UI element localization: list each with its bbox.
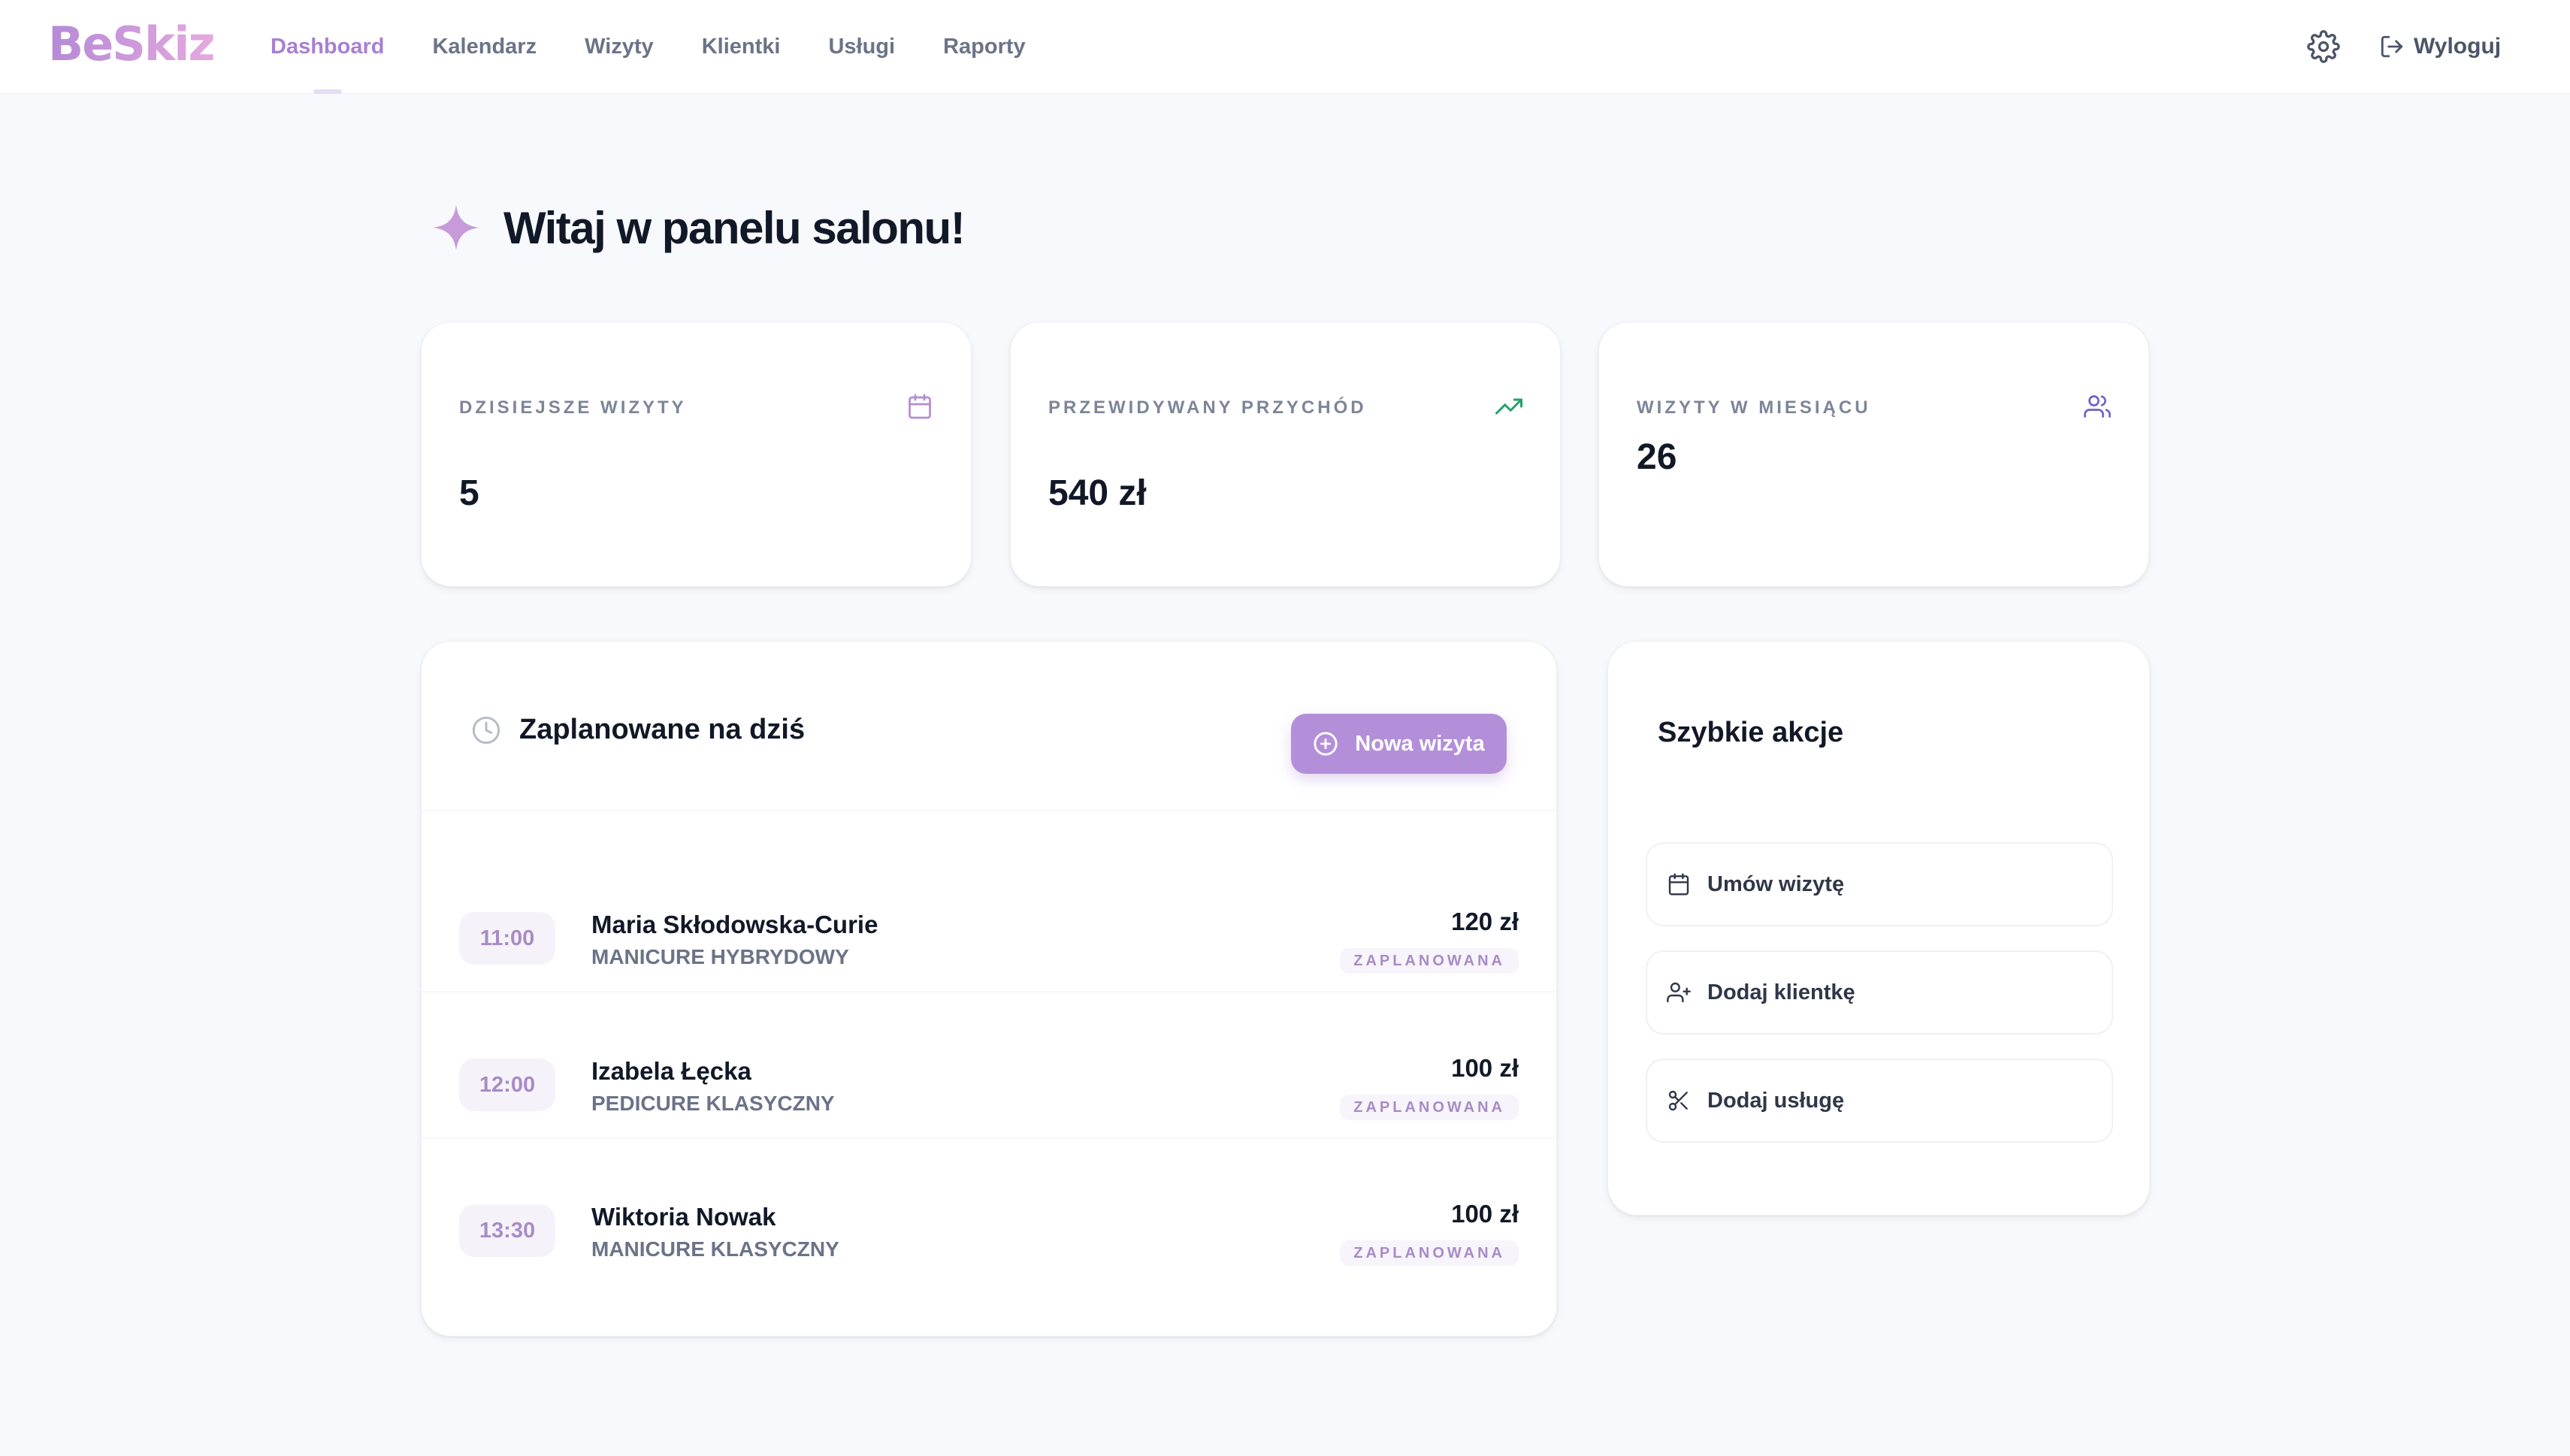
top-navigation-bar: BeSkiz Dashboard Kalendarz Wizyty Klient…: [0, 0, 2570, 94]
status-badge: ZAPLANOWANA: [1340, 1095, 1519, 1120]
appointment-service: MANICURE KLASYCZNY: [591, 1237, 839, 1261]
user-plus-icon: [1667, 982, 1691, 1003]
stat-card-today-visits: DZISIEJSZE WIZYTY 5: [421, 322, 972, 587]
quick-actions-card: Szybkie akcje Umów wizytę Dodaj klientkę…: [1607, 641, 2150, 1216]
appointment-time: 11:00: [459, 912, 555, 965]
logout-button[interactable]: Wyloguj: [2379, 29, 2501, 65]
calendar-icon: [1668, 873, 1689, 896]
stat-card-expected-revenue: PRZEWIDYWANY PRZYCHÓD 540 zł: [1010, 322, 1561, 587]
stat-value: 540 zł: [1048, 473, 1147, 513]
appointment-client: Wiktoria Nowak: [591, 1203, 776, 1231]
main-nav: Dashboard Kalendarz Wizyty Klientki Usłu…: [271, 0, 1074, 94]
add-client-button[interactable]: Dodaj klientkę: [1646, 950, 2113, 1035]
stat-value: 5: [459, 473, 479, 513]
stat-label: PRZEWIDYWANY PRZYCHÓD: [1048, 397, 1367, 418]
quick-action-label: Umów wizytę: [1707, 871, 1845, 896]
appointment-service: MANICURE HYBRYDOWY: [591, 945, 849, 968]
stat-card-monthly-visits: WIZYTY W MIESIĄCU 26: [1598, 322, 2149, 587]
appointment-price: 120 zł: [1451, 908, 1519, 935]
users-icon: [2084, 395, 2111, 418]
status-badge: ZAPLANOWANA: [1340, 1240, 1519, 1266]
logout-label: Wyloguj: [2414, 34, 2502, 59]
schedule-title: Zaplanowane na dziś: [519, 714, 806, 745]
calendar-icon: [909, 394, 931, 419]
nav-item-uslugi[interactable]: Usługi: [828, 0, 895, 94]
nav-item-wizyty[interactable]: Wizyty: [585, 0, 654, 94]
settings-button[interactable]: [2307, 30, 2340, 63]
appointment-time: 13:30: [459, 1204, 555, 1257]
quick-actions-title: Szybkie akcje: [1658, 717, 1844, 748]
appointment-price: 100 zł: [1451, 1054, 1519, 1082]
logout-icon: [2381, 35, 2403, 58]
gear-icon: [2307, 30, 2340, 63]
page-title: Witaj w panelu salonu!: [503, 202, 966, 253]
appointment-time: 12:00: [459, 1059, 555, 1111]
quick-action-label: Dodaj usługę: [1707, 1088, 1845, 1113]
quick-action-label: Dodaj klientkę: [1707, 980, 1855, 1004]
stat-label: WIZYTY W MIESIĄCU: [1637, 397, 1871, 418]
schedule-visit-button[interactable]: Umów wizytę: [1646, 842, 2113, 926]
divider: [422, 810, 1556, 811]
stat-value: 26: [1637, 437, 1677, 477]
appointment-client: Izabela Łęcka: [591, 1057, 751, 1085]
add-service-button[interactable]: Dodaj usługę: [1646, 1059, 2113, 1143]
nav-item-klientki[interactable]: Klientki: [702, 0, 781, 94]
welcome-heading: Witaj w panelu salonu!: [430, 201, 966, 254]
appointment-client: Maria Skłodowska-Curie: [591, 911, 878, 938]
appointment-row[interactable]: 12:00 Izabela Łęcka PEDICURE KLASYCZNY 1…: [422, 1030, 1556, 1176]
divider: [422, 1137, 1556, 1139]
divider: [422, 991, 1556, 992]
scissors-icon: [1668, 1090, 1688, 1111]
appointment-row[interactable]: 13:30 Wiktoria Nowak MANICURE KLASYCZNY …: [422, 1176, 1556, 1322]
clock-icon: [472, 716, 500, 744]
appointment-price: 100 zł: [1451, 1200, 1519, 1228]
brand-logo[interactable]: BeSkiz: [48, 17, 216, 71]
schedule-header: Zaplanowane na dziś: [471, 714, 805, 746]
today-schedule-card: Zaplanowane na dziś Nowa wizyta 11:00 Ma…: [421, 641, 1557, 1337]
new-visit-label: Nowa wizyta: [1355, 731, 1485, 756]
appointment-row[interactable]: 11:00 Maria Skłodowska-Curie MANICURE HY…: [422, 884, 1556, 1029]
plus-circle-icon: [1314, 732, 1338, 756]
nav-item-dashboard[interactable]: Dashboard: [271, 0, 384, 94]
appointment-service: PEDICURE KLASYCZNY: [591, 1092, 835, 1115]
stat-label: DZISIEJSZE WIZYTY: [459, 397, 687, 418]
sparkle-icon: [433, 204, 479, 251]
nav-item-raporty[interactable]: Raporty: [943, 0, 1026, 94]
status-badge: ZAPLANOWANA: [1340, 948, 1519, 974]
nav-item-kalendarz[interactable]: Kalendarz: [432, 0, 537, 94]
trending-up-icon: [1495, 398, 1522, 415]
new-visit-button[interactable]: Nowa wizyta: [1291, 714, 1507, 774]
